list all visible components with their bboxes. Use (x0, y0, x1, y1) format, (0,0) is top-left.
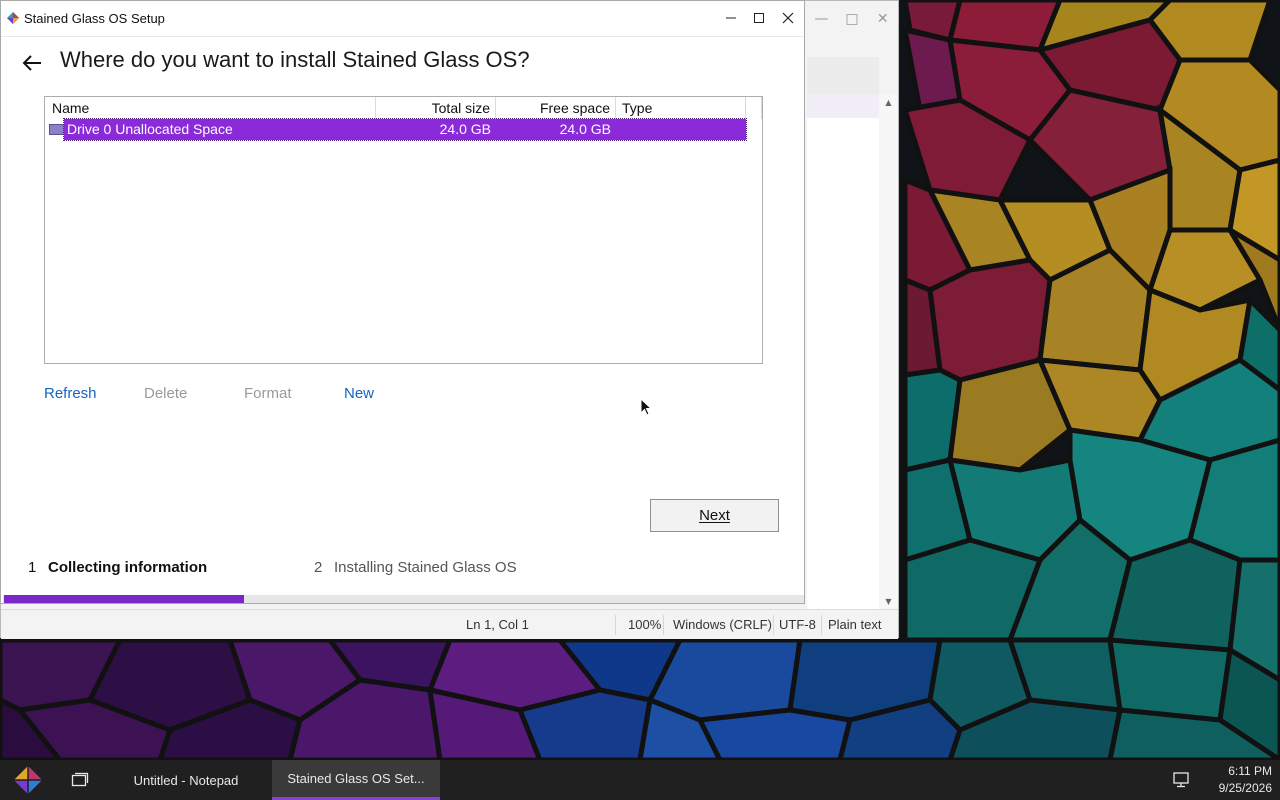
step-number: 1 (28, 559, 37, 576)
notepad-scrollbar[interactable]: ▲ ▼ (879, 95, 898, 609)
network-monitor-icon[interactable] (1170, 768, 1192, 790)
minimize-icon[interactable]: — (806, 1, 837, 37)
next-button[interactable]: Next (650, 499, 779, 532)
taskbar-item-notepad[interactable]: Untitled - Notepad (118, 760, 254, 800)
maximize-icon (754, 13, 764, 23)
back-arrow-icon[interactable] (21, 52, 43, 74)
stained-glass-logo-icon (7, 12, 19, 24)
progress-fill (4, 595, 244, 603)
clock-date: 9/25/2026 (1218, 781, 1272, 795)
notepad-toolbar (807, 57, 879, 95)
drive-free-space: 24.0 GB (559, 121, 611, 137)
column-name[interactable]: Name (45, 97, 376, 119)
format-link: Format (244, 385, 292, 402)
column-total-size[interactable]: Total size (376, 97, 496, 119)
close-icon (782, 12, 794, 24)
step-label: Collecting information (48, 559, 208, 576)
current-line-highlight (807, 95, 879, 118)
delete-link: Delete (144, 385, 188, 402)
notepad-text-area[interactable] (807, 95, 879, 609)
close-button[interactable] (774, 3, 802, 33)
page-heading: Where do you want to install Stained Gla… (60, 47, 530, 72)
maximize-icon[interactable]: □ (837, 1, 868, 37)
drive-list[interactable]: Name Total size Free space Type Drive 0 … (44, 96, 763, 364)
scroll-up-icon[interactable]: ▲ (879, 98, 898, 107)
taskbar-item-setup[interactable]: Stained Glass OS Set... (272, 760, 440, 800)
notepad-status-bar: Ln 1, Col 1 100% Windows (CRLF) UTF-8 Pl… (1, 609, 898, 639)
new-link[interactable]: New (344, 385, 374, 402)
mouse-cursor-icon (640, 398, 652, 416)
taskbar-clock[interactable]: 6:11 PM 9/25/2026 (1219, 763, 1272, 797)
refresh-link[interactable]: Refresh (44, 385, 97, 402)
close-icon[interactable]: ✕ (867, 1, 898, 37)
next-button-label: Next (699, 507, 730, 524)
step-installing: 2 Installing Stained Glass OS (314, 559, 517, 576)
taskbar-item-label: Stained Glass OS Set... (287, 771, 425, 786)
encoding: UTF-8 (779, 617, 816, 632)
maximize-button[interactable] (745, 3, 773, 33)
step-label: Installing Stained Glass OS (334, 559, 517, 576)
taskbar: Untitled - Notepad Stained Glass OS Set.… (0, 760, 1280, 800)
setup-window[interactable]: Stained Glass OS Setup Where do you want… (0, 0, 805, 604)
task-view-icon (71, 772, 89, 787)
column-type[interactable]: Type (616, 97, 745, 119)
drive-icon (49, 124, 65, 135)
line-ending: Windows (CRLF) (673, 617, 772, 632)
drive-name: Drive 0 Unallocated Space (67, 121, 233, 137)
start-button-icon[interactable] (8, 764, 48, 796)
setup-progress-bar (3, 595, 804, 603)
minimize-icon (726, 17, 736, 19)
drive-list-header: Name Total size Free space Type (45, 97, 745, 119)
task-view-button[interactable] (62, 764, 98, 796)
minimize-button[interactable] (717, 3, 745, 33)
drive-total-size: 24.0 GB (439, 121, 491, 137)
window-title: Stained Glass OS Setup (24, 11, 165, 26)
column-free-space[interactable]: Free space (496, 97, 616, 119)
cursor-position: Ln 1, Col 1 (466, 617, 529, 632)
clock-time: 6:11 PM (1228, 764, 1272, 778)
format: Plain text (828, 617, 882, 632)
notepad-caption-buttons: — □ ✕ (806, 1, 898, 37)
step-collecting-information: 1 Collecting information (28, 559, 207, 576)
scroll-down-icon[interactable]: ▼ (879, 597, 898, 606)
title-bar[interactable]: Stained Glass OS Setup (1, 1, 804, 37)
taskbar-item-label: Untitled - Notepad (133, 772, 239, 788)
step-number: 2 (314, 559, 323, 576)
zoom-level: 100% (628, 617, 662, 632)
drive-row[interactable]: Drive 0 Unallocated Space 24.0 GB 24.0 G… (47, 118, 747, 141)
